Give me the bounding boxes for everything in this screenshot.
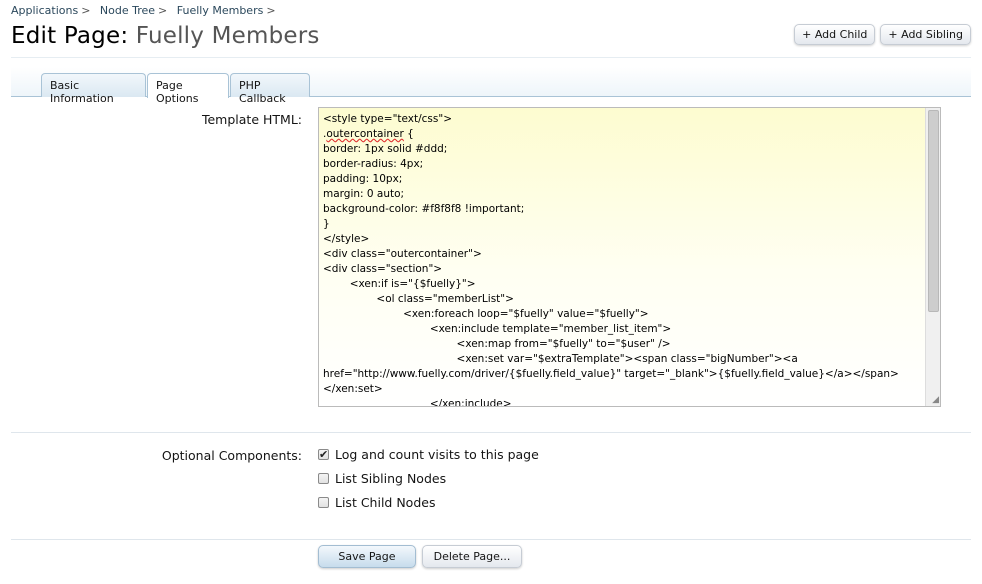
- option-log-visits[interactable]: ✔ Log and count visits to this page: [318, 447, 539, 462]
- template-code-line: <xen:set var="$extraTemplate"><span clas…: [323, 353, 798, 365]
- template-code-line: <xen:foreach loop="$fuelly" value="$fuel…: [323, 308, 649, 320]
- template-code-line: href="http://www.fuelly.com/driver/{$fue…: [323, 368, 899, 380]
- template-code-line: </xen:set>: [323, 383, 383, 395]
- template-code-line: border: 1px solid #ddd;: [323, 143, 448, 155]
- template-code-line: margin: 0 auto;: [323, 188, 405, 200]
- title-divider: [11, 57, 971, 58]
- template-code-line: border-radius: 4px;: [323, 158, 424, 170]
- template-code-line: </style>: [323, 233, 370, 245]
- list-child-nodes-label: List Child Nodes: [335, 495, 436, 510]
- template-code-line: <xen:include template="member_list_item"…: [323, 323, 672, 335]
- breadcrumb-separator: >: [266, 4, 276, 17]
- breadcrumb-applications[interactable]: Applications: [11, 4, 78, 17]
- add-child-button[interactable]: + Add Child: [794, 24, 876, 45]
- breadcrumb-node-tree[interactable]: Node Tree: [100, 4, 155, 17]
- template-code-line: .outercontainer {: [323, 128, 414, 140]
- template-code-line: <xen:if is="{$fuelly}">: [323, 278, 476, 290]
- breadcrumb-separator: >: [81, 4, 91, 17]
- add-sibling-button[interactable]: + Add Sibling: [880, 24, 971, 45]
- page-title-name: Fuelly Members: [135, 23, 320, 49]
- breadcrumb-fuelly-members[interactable]: Fuelly Members: [177, 4, 264, 17]
- template-code-line: <div class="outercontainer">: [323, 248, 482, 260]
- page-title: Edit Page: Fuelly Members: [11, 23, 320, 49]
- template-code-line: }: [323, 218, 330, 230]
- resize-grip-icon[interactable]: ◢: [929, 395, 939, 405]
- option-list-sibling-nodes[interactable]: List Sibling Nodes: [318, 471, 446, 486]
- template-code-line: </xen:include>: [323, 398, 512, 407]
- actions-divider: [11, 539, 971, 540]
- save-page-button[interactable]: Save Page: [318, 545, 416, 568]
- template-code-line: background-color: #f8f8f8 !important;: [323, 203, 525, 215]
- breadcrumb-separator: >: [158, 4, 168, 17]
- template-html-label: Template HTML:: [201, 112, 302, 127]
- section-divider: [11, 432, 971, 433]
- breadcrumb: Applications > Node Tree > Fuelly Members >: [11, 4, 282, 17]
- list-sibling-nodes-checkbox[interactable]: [318, 473, 329, 484]
- top-actions: + Add Child + Add Sibling: [794, 24, 971, 45]
- tab-page-options[interactable]: Page Options: [147, 73, 229, 105]
- list-sibling-nodes-label: List Sibling Nodes: [335, 471, 447, 486]
- textarea-scrollbar[interactable]: [925, 108, 940, 406]
- template-code-line: <xen:map from="$fuelly" to="$user" />: [323, 338, 671, 350]
- tab-basic-information[interactable]: Basic Information: [41, 73, 146, 105]
- template-code-line: <div class="section">: [323, 263, 443, 275]
- log-visits-label: Log and count visits to this page: [335, 447, 539, 462]
- log-visits-checkbox[interactable]: ✔: [318, 449, 329, 460]
- template-html-textarea[interactable]: <style type="text/css"> .outercontainer {…: [318, 107, 941, 407]
- list-child-nodes-checkbox[interactable]: [318, 497, 329, 508]
- template-code-line: <style type="text/css">: [323, 113, 452, 125]
- template-code-line: <ol class="memberList">: [323, 293, 514, 305]
- template-code-line: padding: 10px;: [323, 173, 403, 185]
- tab-bar: Basic Information Page Options PHP Callb…: [11, 67, 971, 105]
- tab-php-callback[interactable]: PHP Callback: [230, 73, 310, 105]
- scrollbar-thumb[interactable]: [928, 110, 939, 312]
- spellcheck-underline: outercontainer: [326, 128, 404, 140]
- option-list-child-nodes[interactable]: List Child Nodes: [318, 495, 435, 510]
- optional-components-label: Optional Components:: [161, 448, 302, 463]
- template-code: <style type="text/css"> .outercontainer {…: [323, 112, 924, 407]
- page-title-prefix: Edit Page:: [11, 23, 129, 49]
- delete-page-button[interactable]: Delete Page...: [422, 545, 522, 568]
